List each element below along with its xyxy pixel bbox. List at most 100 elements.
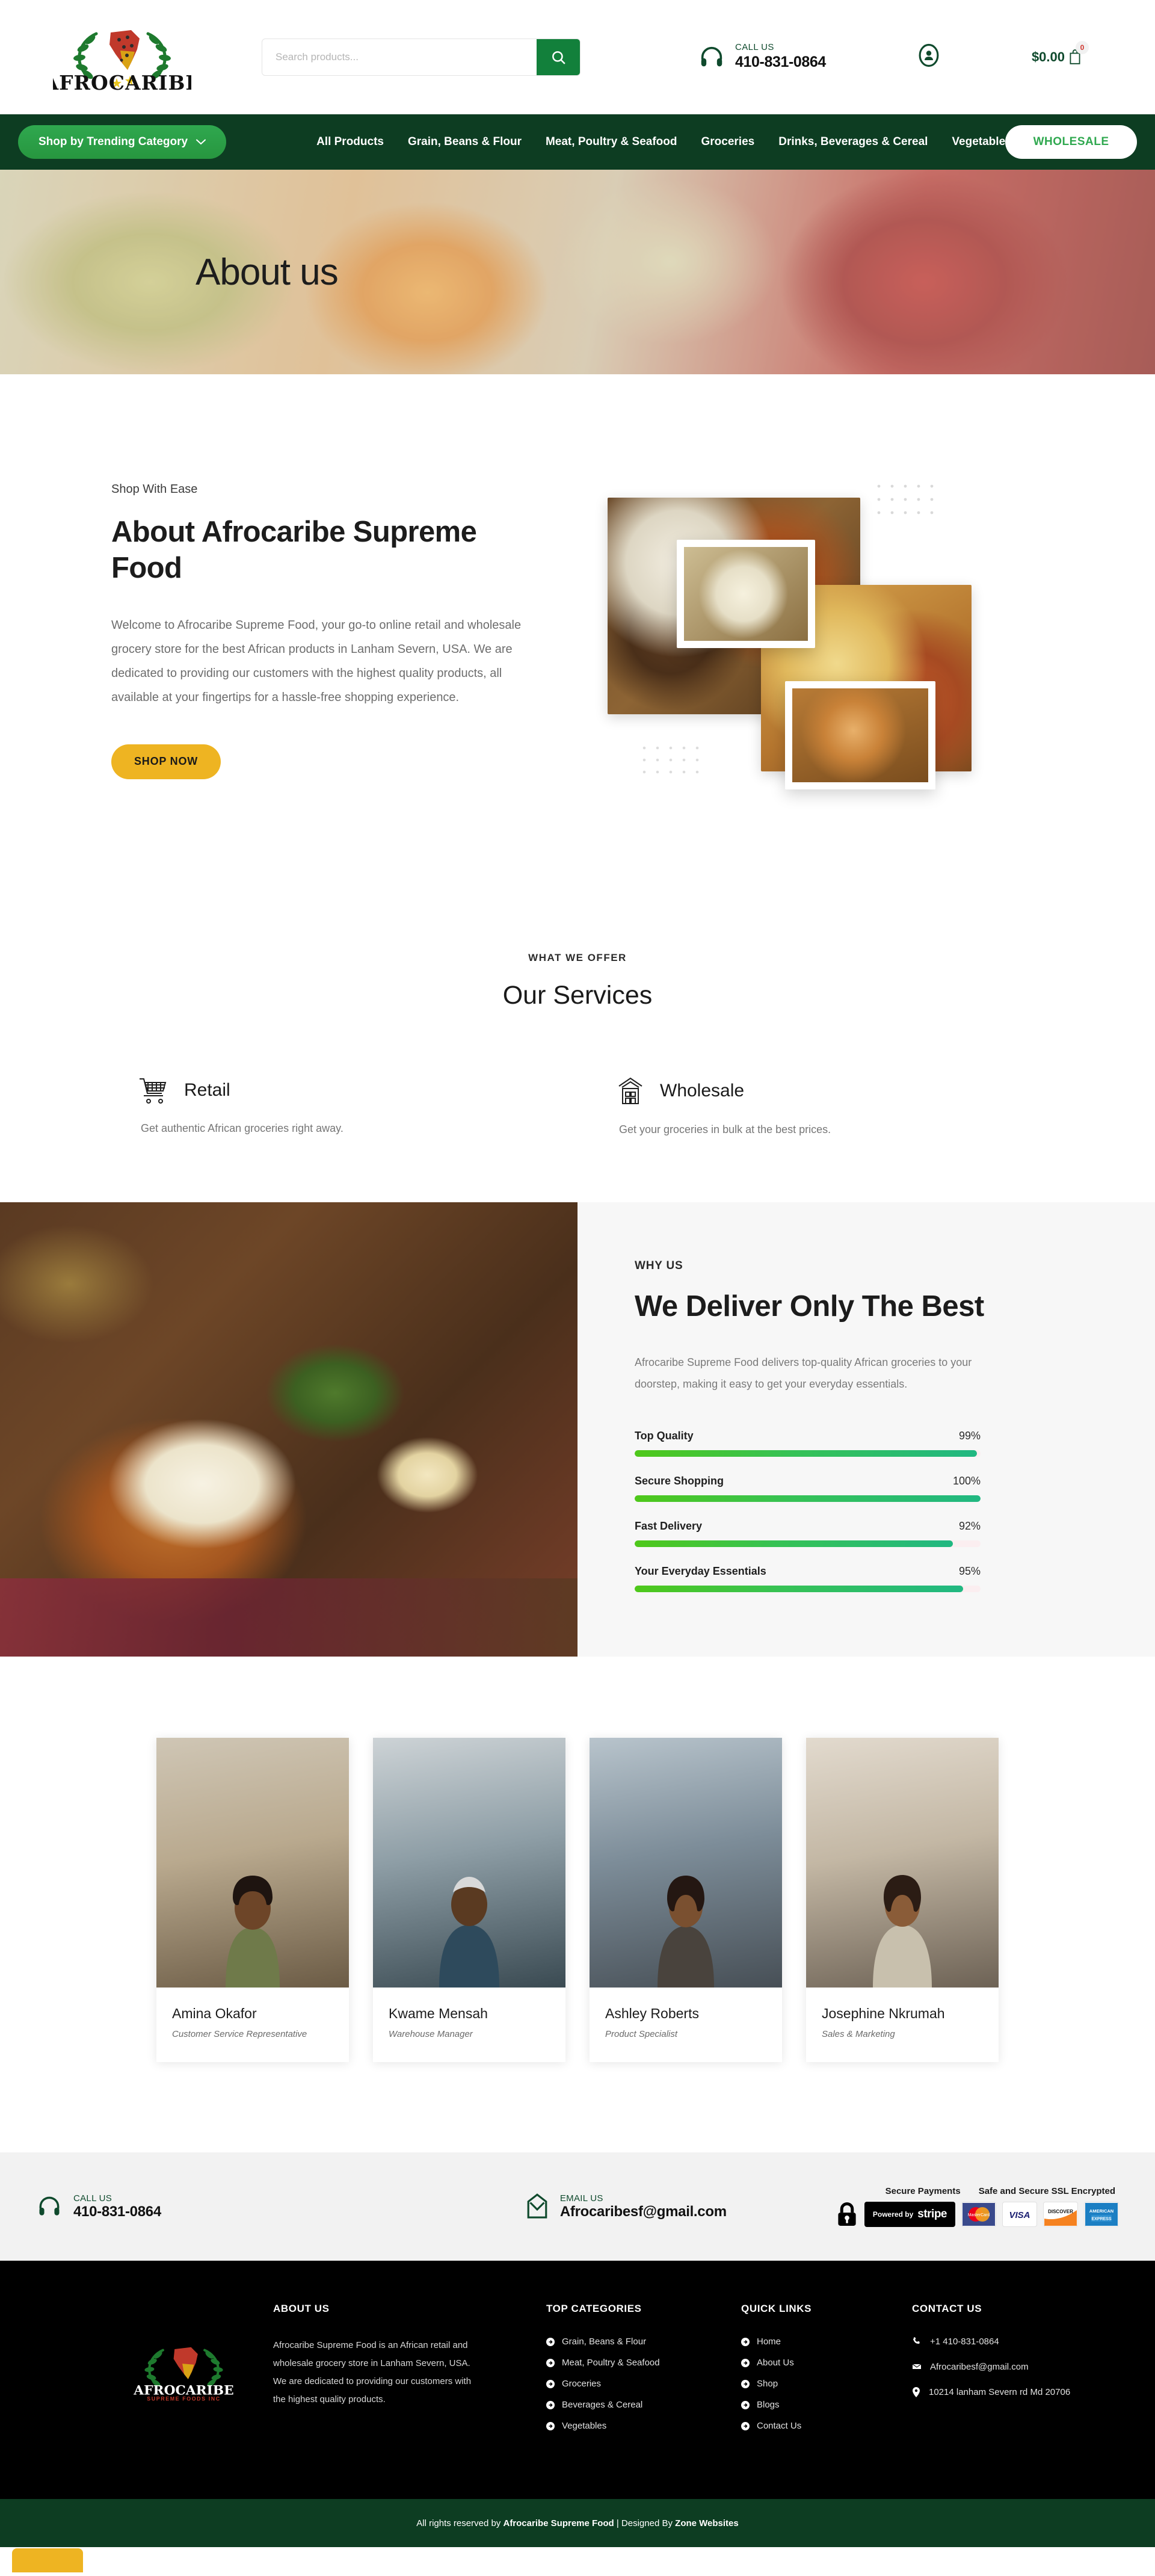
footer-category-item[interactable]: Grain, Beans & Flour [546,2337,721,2347]
service-wholesale: Wholesale Get your groceries in bulk at … [617,1076,1029,1136]
arrow-right-circle-icon [546,2379,555,2388]
lock-icon [838,2202,856,2226]
progress-fill [635,1540,953,1547]
footer-quick-item[interactable]: Shop [741,2379,892,2389]
team-role: Warehouse Manager [389,2029,473,2039]
chat-widget-button[interactable] [12,2548,83,2572]
nav-link-list: All Products Grain, Beans & Flour Meat, … [316,135,1005,149]
arrow-right-circle-icon [546,2400,555,2409]
shop-now-button[interactable]: SHOP NOW [111,744,221,779]
dot-pattern-decoration [877,484,934,514]
arrow-right-circle-icon [741,2337,750,2346]
nav-link-groceries[interactable]: Groceries [701,135,755,149]
cart-total: $0.00 [1031,49,1065,64]
progress-track [635,1540,981,1547]
call-us-number: 410-831-0864 [735,54,826,71]
nav-link-grain-beans-flour[interactable]: Grain, Beans & Flour [408,135,522,149]
footer-quick-item[interactable]: Home [741,2337,892,2347]
mastercard-icon: MasterCard [961,2201,996,2227]
site-logo[interactable]: AFROCARIBE [42,18,202,96]
shop-by-trending-category-button[interactable]: Shop by Trending Category [18,125,227,159]
service-title: Wholesale [660,1081,745,1101]
site-header: AFROCARIBE CALL US 410-831-0864 [0,0,1155,114]
strip-call-us[interactable]: CALL US 410-831-0864 [36,2193,161,2220]
strip-email-us[interactable]: EMAIL US Afrocaribesf@gmail.com [525,2193,727,2220]
footer-category-item[interactable]: Vegetables [546,2421,721,2431]
service-retail: Retail Get authentic African groceries r… [138,1076,550,1136]
page-hero-banner: About us [0,170,1155,374]
progress-label: Top Quality [635,1429,694,1442]
nav-link-all-products[interactable]: All Products [316,135,384,149]
arrow-right-circle-icon [546,2337,555,2346]
footer-about-title: ABOUT US [273,2303,330,2314]
nav-link-meat-poultry-seafood[interactable]: Meat, Poultry & Seafood [546,135,677,149]
footer-category-item[interactable]: Groceries [546,2379,721,2389]
svg-text:AFROCARIBE: AFROCARIBE [53,71,191,94]
site-footer: AFROCARIBE SUPREME FOODS INC ABOUT US Af… [0,2261,1155,2499]
arrow-right-circle-icon [546,2358,555,2367]
footer-category-item[interactable]: Meat, Poultry & Seafood [546,2358,721,2368]
trending-label: Shop by Trending Category [38,135,188,148]
svg-text:VISA: VISA [1009,2210,1030,2220]
account-button[interactable] [916,43,941,71]
search-input[interactable] [262,39,537,75]
team-card[interactable]: Ashley Roberts Product Specialist [590,1738,782,2062]
progress-track [635,1585,981,1592]
progress-value: 95% [958,1564,981,1577]
nav-link-vegetable[interactable]: Vegetable [952,135,1005,149]
person-figure [439,1877,499,1988]
headset-icon [701,46,722,66]
headset-icon [39,2196,60,2216]
progress-fill [635,1585,964,1592]
wholesale-button[interactable]: WHOLESALE [1005,125,1137,159]
footer-quick-label: Shop [757,2379,778,2389]
copyright-designer: Zone Websites [675,2518,739,2528]
nav-link-drinks-beverages-cereal[interactable]: Drinks, Beverages & Cereal [778,135,928,149]
footer-quick-item[interactable]: About Us [741,2358,892,2368]
footer-quick-item[interactable]: Blogs [741,2400,892,2410]
about-image-collage [581,483,972,820]
cart-button[interactable]: $0.00 0 [1031,40,1089,66]
team-name: Amina Okafor [172,2006,257,2021]
footer-phone-label: +1 410-831-0864 [930,2337,999,2347]
search-button[interactable] [537,39,580,75]
map-pin-icon [913,2387,920,2397]
footer-quick-links: QUICK LINKS Home About Us Shop Blogs Con… [741,2303,892,2442]
about-photo-3 [677,540,815,648]
payment-badges: Secure Payments Safe and Secure SSL Encr… [836,2186,1119,2228]
footer-category-item[interactable]: Beverages & Cereal [546,2400,721,2410]
about-body: Welcome to Afrocaribe Supreme Food, your… [111,618,522,704]
progress-top-quality: Top Quality 99% [635,1430,981,1457]
strip-call-label: CALL US [73,2193,112,2204]
footer-quick-item[interactable]: Contact Us [741,2421,892,2431]
progress-fill [635,1495,981,1502]
cart-count-badge: 0 [1076,40,1089,54]
team-role: Product Specialist [605,2029,678,2039]
search-icon [552,51,565,64]
team-card[interactable]: Kwame Mensah Warehouse Manager [373,1738,565,2062]
ssl-title: Safe and Secure SSL Encrypted [978,2185,1115,2196]
user-circle-icon [919,43,939,67]
footer-logo[interactable]: AFROCARIBE SUPREME FOODS INC [114,2303,253,2442]
person-figure [226,1876,280,1988]
progress-fast-delivery: Fast Delivery 92% [635,1520,981,1547]
header-call-us[interactable]: CALL US 410-831-0864 [698,42,826,72]
footer-address[interactable]: 10214 lanham Severn rd Md 20706 [912,2387,1077,2397]
person-figure [658,1876,714,1988]
copyright-middle: | Designed By [616,2518,673,2528]
progress-everyday-essentials: Your Everyday Essentials 95% [635,1565,981,1592]
footer-phone[interactable]: +1 410-831-0864 [912,2337,1077,2347]
about-section: Shop With Ease About Afrocaribe Supreme … [108,374,1047,940]
logo-icon: AFROCARIBE SUPREME FOODS INC [133,2347,233,2401]
footer-contact-title: CONTACT US [912,2303,982,2314]
footer-address-label: 10214 lanham Severn rd Md 20706 [929,2387,1071,2397]
contact-strip: CALL US 410-831-0864 EMAIL US Afrocaribe… [0,2152,1155,2261]
team-photo [590,1738,782,1988]
footer-email[interactable]: Afrocaribesf@gmail.com [912,2362,1077,2372]
services-section: WHAT WE OFFER Our Services Retail Get au… [0,940,1155,1202]
product-search[interactable] [262,38,581,76]
team-card[interactable]: Josephine Nkrumah Sales & Marketing [806,1738,999,2062]
team-card[interactable]: Amina Okafor Customer Service Representa… [156,1738,349,2062]
team-section: Amina Okafor Customer Service Representa… [0,1657,1155,2152]
team-name: Ashley Roberts [605,2006,699,2021]
